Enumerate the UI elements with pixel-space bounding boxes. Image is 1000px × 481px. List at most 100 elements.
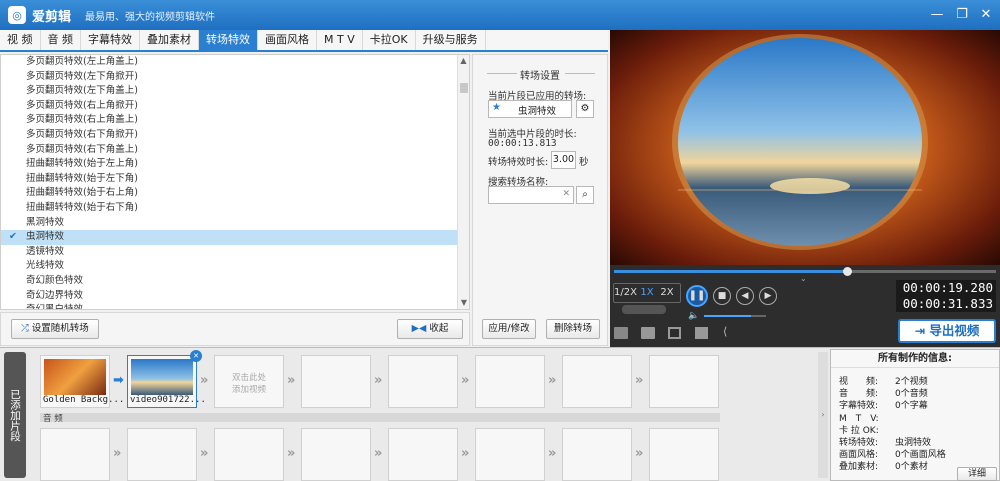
clip-slot[interactable] [301, 355, 371, 408]
transition-item[interactable]: 多页翻页特效(左下角掀开) [1, 70, 469, 85]
search-icon[interactable]: ⌕ [576, 186, 594, 204]
clear-icon[interactable]: ✕ [562, 189, 570, 199]
clip-slot[interactable] [649, 355, 719, 408]
transition-item[interactable]: 奇幻边界特效 [1, 289, 469, 304]
export-video-button[interactable]: ⇥ 导出视频 [898, 319, 996, 343]
scroll-down-icon[interactable]: ▼ [458, 297, 469, 309]
chevron-icon: » [287, 446, 296, 461]
preview-transition-icon[interactable]: ⚙ [576, 100, 594, 118]
chevron-icon: » [635, 446, 644, 461]
tab-3[interactable]: 叠加素材 [140, 30, 199, 50]
audio-slot[interactable] [388, 428, 458, 481]
transition-item[interactable]: 扭曲翻转特效(始于左上角) [1, 157, 469, 172]
chevron-icon: » [461, 373, 470, 388]
transition-item[interactable]: 多页翻页特效(右下角掀开) [1, 128, 469, 143]
transition-item-label: 多页翻页特效(左下角盖上) [26, 85, 138, 97]
tab-4[interactable]: 转场特效 [199, 30, 258, 50]
chevron-icon: » [200, 446, 209, 461]
transition-item[interactable]: 多页翻页特效(左上角盖上) [1, 55, 469, 70]
info-toggle-icon[interactable]: › [818, 352, 828, 478]
speed-half-button[interactable]: 1/2X [614, 284, 637, 301]
speed-slider[interactable] [622, 305, 666, 314]
app-name: 爱剪辑 [32, 9, 72, 25]
effect-duration-label: 转场特效时长: [488, 157, 549, 168]
folder-icon[interactable] [641, 327, 655, 339]
transition-item[interactable]: 多页翻页特效(左下角盖上) [1, 84, 469, 99]
playback-progress-bar[interactable] [614, 267, 996, 276]
share-icon[interactable]: ⟨ [723, 325, 727, 338]
audio-slot[interactable] [40, 428, 110, 481]
tab-2[interactable]: 字幕特效 [81, 30, 140, 50]
effect-duration-input[interactable]: 3.00 [551, 151, 576, 169]
random-transition-button[interactable]: ⤮ 设置随机转场 [11, 319, 99, 339]
audio-slot[interactable] [475, 428, 545, 481]
collapse-button[interactable]: ▶◀ 收起 [397, 319, 463, 339]
tab-8[interactable]: 升级与服务 [416, 30, 486, 50]
clip-slot[interactable]: video901722... ✕ [127, 350, 206, 408]
transition-item[interactable]: 扭曲翻转特效(始于左下角) [1, 172, 469, 187]
transition-item[interactable]: 扭曲翻转特效(始于右下角) [1, 201, 469, 216]
stop-icon[interactable]: ■ [713, 287, 731, 305]
film-icon[interactable] [614, 327, 628, 339]
transition-item[interactable]: 光线特效 [1, 259, 469, 274]
close-icon[interactable]: ✕ [975, 5, 997, 25]
tab-1[interactable]: 音 频 [41, 30, 81, 50]
volume-slider[interactable] [704, 315, 766, 317]
clip-slot[interactable] [562, 355, 632, 408]
project-info-panel: 所有制作的信息: 视 频: 2个视频音 频: 0个音频 字幕特效: 0个字幕 M T V:… [830, 349, 1000, 481]
save-icon[interactable] [668, 327, 681, 339]
transition-item-label: 奇幻黑白特效 [26, 304, 84, 310]
delete-transition-button[interactable]: 删除转场 [546, 319, 600, 339]
transition-item-label: 多页翻页特效(左上角盖上) [26, 56, 138, 67]
scroll-thumb[interactable] [460, 83, 468, 93]
tab-0[interactable]: 视 频 [0, 30, 41, 50]
clip-slot[interactable]: Golden Backg... [40, 355, 124, 408]
transition-item[interactable]: ✔ 虫洞特效 [1, 230, 469, 245]
clip-slot[interactable] [475, 355, 545, 408]
detail-button[interactable]: 详细 [957, 467, 997, 481]
star-icon: ★ [492, 102, 501, 113]
transition-item[interactable]: 多页翻页特效(右上角盖上) [1, 113, 469, 128]
scroll-up-icon[interactable]: ▲ [458, 55, 469, 67]
transition-item[interactable]: 透镜特效 [1, 245, 469, 260]
audio-slot[interactable] [214, 428, 284, 481]
audio-slot[interactable] [127, 428, 197, 481]
audio-slot[interactable] [649, 428, 719, 481]
app-tagline: 最易用、强大的视频剪辑软件 [85, 11, 216, 23]
previous-frame-icon[interactable]: ◀ [736, 287, 754, 305]
transition-item[interactable]: 奇幻黑白特效 [1, 303, 469, 310]
tab-6[interactable]: M T V [317, 30, 363, 50]
divider [565, 73, 595, 74]
transition-item-label: 扭曲翻转特效(始于左下角) [26, 172, 138, 184]
list-scrollbar[interactable]: ▲ ▼ [457, 55, 469, 309]
playback-progress-knob[interactable] [843, 267, 853, 276]
search-input[interactable]: ✕ [488, 186, 574, 204]
added-clips-tab[interactable]: 已添加片段 [4, 352, 26, 478]
info-row: 音 频: 0个音频 [839, 386, 928, 399]
speed-2x-button[interactable]: 2X [658, 284, 676, 301]
transition-item[interactable]: 奇幻颜色特效 [1, 274, 469, 289]
volume-icon[interactable]: 🔈 [688, 311, 699, 321]
restore-icon[interactable]: ❐ [951, 5, 973, 25]
tab-7[interactable]: 卡拉OK [363, 30, 416, 50]
help-icon[interactable] [695, 327, 708, 339]
audio-slot[interactable] [562, 428, 632, 481]
transition-item[interactable]: 多页翻页特效(右下角盖上) [1, 143, 469, 158]
clip-slot[interactable]: 双击此处 添加视频 [214, 355, 284, 408]
pause-icon[interactable]: ❚❚ [686, 285, 708, 307]
expand-chevron-icon[interactable]: ⌄ [800, 274, 807, 283]
minimize-icon[interactable]: — [926, 5, 948, 25]
transition-item[interactable]: 多页翻页特效(右上角掀开) [1, 99, 469, 114]
transition-item-label: 多页翻页特效(右上角盖上) [26, 114, 138, 126]
info-value: 虫洞特效 [895, 438, 932, 448]
remove-clip-icon[interactable]: ✕ [190, 350, 202, 362]
clip-slot[interactable] [388, 355, 458, 408]
transition-settings-panel: 转场设置 当前片段已应用的转场: ★ 虫洞特效 ⚙ 当前选中片段的时长: 00:… [472, 54, 608, 346]
speed-1x-button[interactable]: 1X [638, 284, 656, 301]
transition-item[interactable]: 扭曲翻转特效(始于右上角) [1, 186, 469, 201]
apply-button[interactable]: 应用/修改 [482, 319, 536, 339]
transition-item[interactable]: 黑洞特效 [1, 216, 469, 231]
audio-slot[interactable] [301, 428, 371, 481]
next-frame-icon[interactable]: ▶ [759, 287, 777, 305]
tab-5[interactable]: 画面风格 [258, 30, 317, 50]
